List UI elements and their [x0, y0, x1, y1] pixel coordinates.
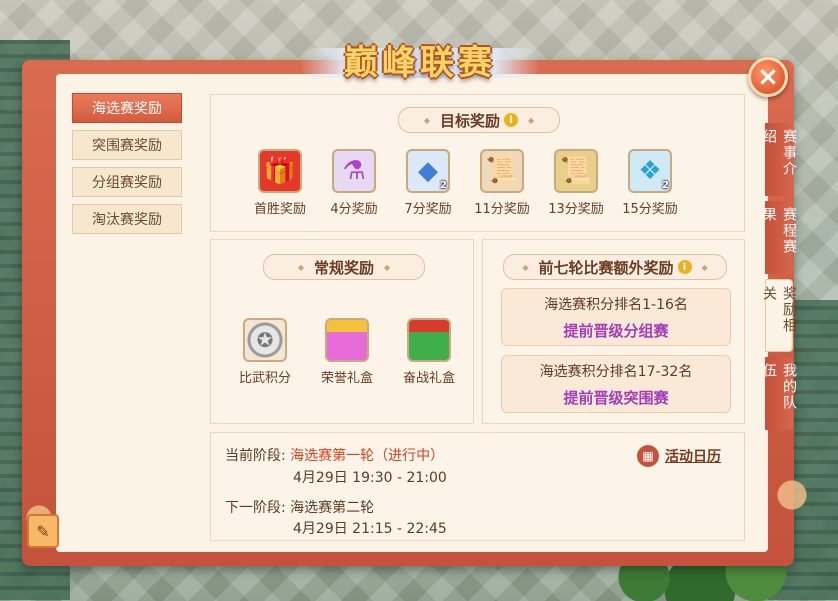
info-icon[interactable]: i — [677, 260, 692, 274]
battle-gift-box-icon[interactable] — [407, 318, 451, 362]
dragon-ornament-right — [772, 450, 812, 540]
reward-label: 13分奖励 — [548, 202, 604, 217]
extra-rewards-header: 前七轮比赛额外奖励 i — [503, 254, 727, 280]
reward-label: 首胜奖励 — [253, 202, 306, 217]
rank-condition: 海选赛积分排名1-16名 — [544, 296, 688, 313]
goal-reward-item[interactable]: 📜 13分奖励 — [539, 149, 613, 217]
extra-rewards-title: 前七轮比赛额外奖励 — [538, 258, 674, 277]
current-stage-value: 海选赛第一轮（进行中） — [290, 448, 445, 464]
next-stage-label: 下一阶段: — [225, 500, 286, 516]
rank-reward-box: 海选赛积分排名17-32名 提前晋级突围赛 — [501, 355, 731, 413]
goal-reward-item[interactable]: ❖ 2 15分奖励 — [613, 149, 687, 217]
tab-group-rewards[interactable]: 分组赛奖励 — [72, 167, 182, 197]
tab-my-team[interactable]: 我的队伍 — [761, 357, 797, 430]
regular-reward-list: ✪ 比武积分 荣誉礼盒 奋战礼盒 — [224, 318, 470, 386]
goal-reward-item[interactable]: ⚗ 4分奖励 — [317, 149, 391, 217]
calendar-label: 活动日历 — [665, 449, 721, 465]
potion-bottle-icon[interactable]: ⚗ — [332, 149, 376, 193]
golden-scroll-icon[interactable]: 📜 — [554, 149, 598, 193]
tab-schedule-results[interactable]: 赛程赛果 — [761, 201, 797, 274]
rank-reward-box: 海选赛积分排名1-16名 提前晋级分组赛 — [501, 288, 731, 346]
reward-label: 11分奖励 — [474, 202, 530, 217]
next-stage-time: 4月29日 21:15 - 22:45 — [293, 521, 447, 537]
close-icon: × — [757, 62, 779, 92]
goal-reward-item[interactable]: 📜 11分奖励 — [465, 149, 539, 217]
extra-rewards-panel: 前七轮比赛额外奖励 i 海选赛积分排名1-16名 提前晋级分组赛 海选赛积分排名… — [482, 239, 745, 424]
reward-label: 4分奖励 — [330, 202, 378, 217]
reward-category-tabs: 海选赛奖励 突围赛奖励 分组赛奖励 淘汰赛奖励 — [72, 93, 182, 241]
silver-coin-icon[interactable]: ✪ — [243, 318, 287, 362]
regular-reward-item[interactable]: ✪ 比武积分 — [224, 318, 306, 386]
goal-rewards-header: 目标奖励 i — [398, 107, 560, 133]
calendar-icon: ▦ — [637, 445, 659, 467]
reward-label: 奋战礼盒 — [402, 371, 455, 386]
rank-condition: 海选赛积分排名17-32名 — [539, 363, 693, 380]
honor-gift-box-icon[interactable] — [325, 318, 369, 362]
side-navigation-tabs: 赛事介绍 赛程赛果 奖励相关 我的队伍 — [761, 123, 797, 435]
activity-calendar-button[interactable]: ▦ 活动日历 — [637, 445, 721, 467]
regular-reward-item[interactable]: 荣誉礼盒 — [306, 318, 388, 386]
title-text: 巅峰联赛 — [344, 42, 496, 83]
tab-rewards[interactable]: 奖励相关 — [761, 279, 797, 352]
goal-reward-item[interactable]: ◆ 2 7分奖励 — [391, 149, 465, 217]
next-stage-value: 海选赛第二轮 — [290, 500, 375, 516]
scroll-icon[interactable]: 📜 — [480, 149, 524, 193]
gift-box-icon[interactable]: 🎁 — [258, 149, 302, 193]
tab-breakout-rewards[interactable]: 突围赛奖励 — [72, 130, 182, 160]
regular-rewards-title: 常规奖励 — [313, 258, 374, 277]
tab-audition-rewards[interactable]: 海选赛奖励 — [72, 93, 182, 123]
stage-info-panel: 当前阶段: 海选赛第一轮（进行中） 4月29日 19:30 - 21:00 下一… — [210, 432, 745, 541]
regular-rewards-panel: 常规奖励 ✪ 比武积分 荣誉礼盒 奋战礼盒 — [210, 239, 474, 424]
goal-reward-list: 🎁 首胜奖励 ⚗ 4分奖励 ◆ 2 7分奖励 📜 11分奖励 📜 13分奖励 ❖… — [243, 149, 687, 217]
regular-rewards-header: 常规奖励 — [263, 254, 425, 280]
tab-event-intro[interactable]: 赛事介绍 — [761, 123, 797, 196]
reward-label: 7分奖励 — [404, 202, 452, 217]
current-stage-row: 当前阶段: 海选赛第一轮（进行中） — [225, 445, 444, 465]
rank-reward: 提前晋级突围赛 — [563, 388, 669, 407]
note-icon: ✎ — [36, 521, 50, 541]
reward-label: 15分奖励 — [622, 202, 678, 217]
goal-reward-item[interactable]: 🎁 首胜奖励 — [243, 149, 317, 217]
current-stage-time: 4月29日 19:30 - 21:00 — [293, 470, 447, 486]
window-title: 巅峰联赛 — [300, 34, 540, 84]
reward-label: 比武积分 — [238, 371, 291, 386]
goal-rewards-panel: 目标奖励 i 🎁 首胜奖励 ⚗ 4分奖励 ◆2 7分奖励 📜 11分奖励 — [210, 94, 745, 232]
close-button[interactable]: × — [748, 57, 788, 97]
note-button[interactable]: ✎ — [27, 514, 59, 548]
crystal-icon[interactable]: ❖ 2 — [628, 149, 672, 193]
rank-reward: 提前晋级分组赛 — [563, 321, 669, 340]
reward-label: 荣誉礼盒 — [320, 371, 373, 386]
current-stage-label: 当前阶段: — [225, 448, 286, 464]
regular-reward-item[interactable]: 奋战礼盒 — [388, 318, 470, 386]
next-stage-row: 下一阶段: 海选赛第二轮 — [225, 497, 374, 517]
info-icon[interactable]: i — [504, 113, 518, 127]
goal-rewards-title: 目标奖励 — [439, 111, 500, 130]
blue-ore-icon[interactable]: ◆ 2 — [406, 149, 450, 193]
tab-knockout-rewards[interactable]: 淘汰赛奖励 — [72, 204, 182, 234]
